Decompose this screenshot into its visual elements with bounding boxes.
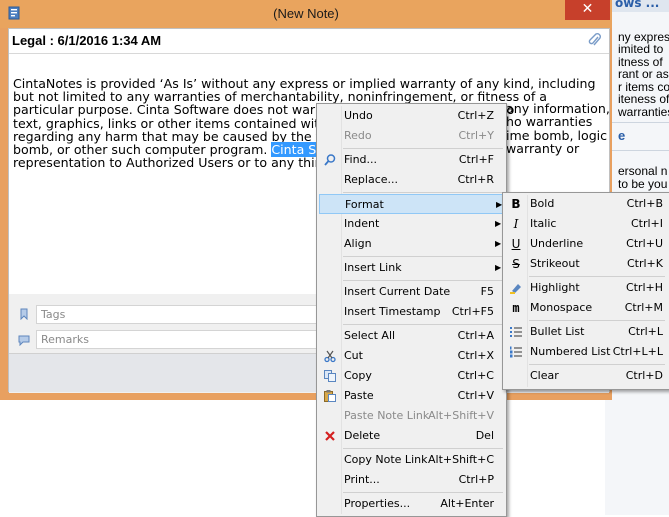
menu-item-undo[interactable]: Undo Ctrl+Z [319,106,504,126]
menu-separator [343,148,503,149]
menu-item-cut[interactable]: Cut Ctrl+X [319,346,504,366]
tags-input[interactable]: Tags [36,305,336,324]
menu-item-italic[interactable]: I Italic Ctrl+I [505,214,667,234]
menu-item-insert-current-date[interactable]: Insert Current Date F5 [319,282,504,302]
menu-item-indent[interactable]: Indent ▶ [319,214,504,234]
background-window-titlebar: ows ... [605,0,669,12]
bookmark-icon [20,308,28,320]
background-text-line: rant or ass [618,67,669,81]
menu-item-monospace[interactable]: m Monospace Ctrl+M [505,298,667,318]
menu-item-print[interactable]: Print... Ctrl+P [319,470,504,490]
menu-item-replace[interactable]: Replace... Ctrl+R [319,170,504,190]
background-text-line: iteness of [618,92,669,106]
scissors-icon [324,350,336,363]
remarks-input[interactable]: Remarks [36,330,336,349]
menu-item-redo[interactable]: Redo Ctrl+Y [319,126,504,146]
search-icon [324,154,336,166]
bullet-list-icon [510,327,522,337]
background-divider [605,122,669,123]
menu-separator [343,256,503,257]
menu-item-highlight[interactable]: Highlight Ctrl+H [505,278,667,298]
submenu-arrow-icon: ▶ [495,219,502,228]
menu-item-copy-note-link[interactable]: Copy Note Link Alt+Shift+C [319,450,504,470]
format-submenu: B Bold Ctrl+B I Italic Ctrl+I U Underline C… [502,192,669,390]
background-text-line: ersonal n [618,164,668,178]
menu-item-insert-link[interactable]: Insert Link ▶ [319,258,504,278]
delete-x-icon [325,431,335,441]
menu-item-strikeout[interactable]: S Strikeout Ctrl+K [505,254,667,274]
menu-item-bold[interactable]: B Bold Ctrl+B [505,194,667,214]
background-divider [605,150,669,151]
close-button[interactable]: ✕ [565,0,610,20]
menu-item-insert-timestamp[interactable]: Insert Timestamp Ctrl+F5 [319,302,504,322]
menu-item-properties[interactable]: Properties... Alt+Enter [319,494,504,514]
strikeout-icon: S [512,257,520,271]
menu-separator [529,364,665,365]
context-menu: Undo Ctrl+Z Redo Ctrl+Y Find... Ctrl+F Repl… [316,103,507,517]
highlighter-icon [510,284,521,294]
background-window-title: ows ... [615,0,660,10]
close-icon: ✕ [581,1,594,17]
note-text-overflow: any information, ho warranties ime bomb,… [506,101,610,156]
copy-icon [324,370,336,382]
paperclip-icon[interactable] [588,32,602,48]
note-title[interactable]: Legal : 6/1/2016 1:34 AM [12,33,161,48]
submenu-arrow-icon: ▶ [495,239,502,248]
menu-item-select-all[interactable]: Select All Ctrl+A [319,326,504,346]
background-text-line: to be you [618,177,668,191]
menu-separator [529,276,665,277]
underline-icon: U [511,237,521,251]
menu-item-delete[interactable]: Delete Del [319,426,504,446]
numbered-list-icon [510,346,522,358]
menu-item-clear[interactable]: Clear Ctrl+D [505,366,667,386]
menu-separator [529,320,665,321]
menu-separator [343,192,503,193]
menu-item-format[interactable]: Format ▶ [319,194,504,214]
menu-item-find[interactable]: Find... Ctrl+F [319,150,504,170]
menu-item-bullet-list[interactable]: Bullet List Ctrl+L [505,322,667,342]
background-text-line: imited to [618,42,664,56]
bold-icon: B [511,197,521,211]
menu-separator [343,492,503,493]
comment-icon [18,335,30,346]
background-text-line: warranties [618,105,669,119]
window-title: (New Note) [273,6,339,21]
menu-item-underline[interactable]: U Underline Ctrl+U [505,234,667,254]
monospace-icon: m [512,301,520,315]
menu-item-numbered-list[interactable]: Numbered List Ctrl+L+L [505,342,667,362]
menu-item-align[interactable]: Align ▶ [319,234,504,254]
title-bar[interactable]: (New Note) ✕ [0,0,612,28]
submenu-arrow-icon: ▶ [495,263,502,272]
background-section-heading: e [618,128,626,143]
italic-icon: I [513,217,519,231]
menu-item-paste-note-link[interactable]: Paste Note Link Alt+Shift+V [319,406,504,426]
menu-separator [343,448,503,449]
menu-item-paste[interactable]: Paste Ctrl+V [319,386,504,406]
menu-separator [343,280,503,281]
menu-separator [343,324,503,325]
menu-item-copy[interactable]: Copy Ctrl+C [319,366,504,386]
note-header: Legal : 6/1/2016 1:34 AM [9,29,609,54]
paste-icon [324,390,336,402]
